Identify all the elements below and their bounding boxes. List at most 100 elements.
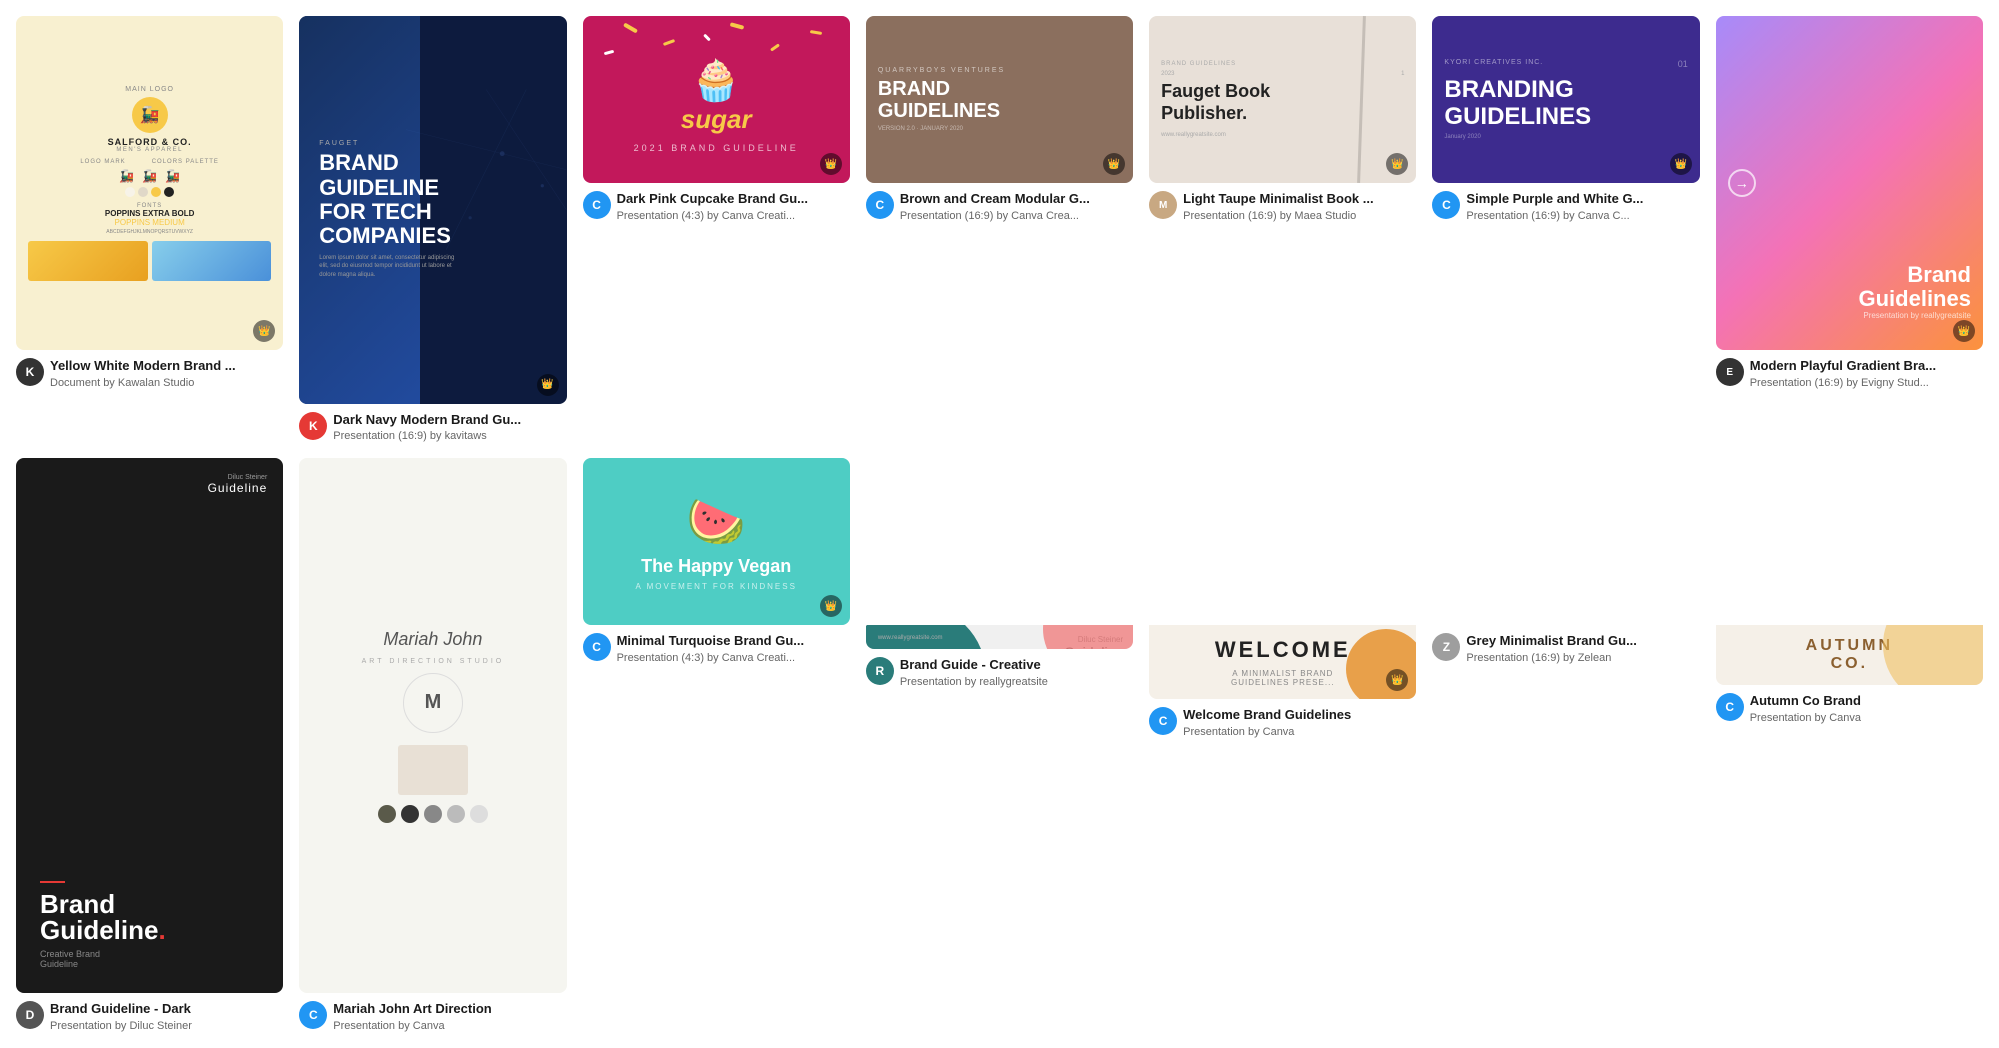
card-info-grey-min: Grey Minimalist Brand Gu... Presentation… [1466, 633, 1699, 664]
card-meta-teal: R Brand Guide - Creative Presentation by… [866, 657, 1133, 688]
card-info: Yellow White Modern Brand ... Document b… [50, 358, 283, 389]
purple-num: 01 [1678, 59, 1688, 69]
logo-label: MAIN LOGO [125, 86, 174, 93]
avatar-taupe: M [1149, 191, 1177, 219]
card-brown[interactable]: QUARRYBOYS VENTURES BRANDGUIDELINES VERS… [866, 16, 1133, 442]
card-meta-navy: K Dark Navy Modern Brand Gu... Presentat… [299, 412, 566, 443]
thumb-autumn: AUTUMNCO. [1716, 625, 1983, 685]
card-grey-min[interactable]: Presentation BranGuidelines Z Grey Minim… [1432, 458, 1699, 738]
card-mariah[interactable]: Mariah John ART DIRECTION STUDIO M C [299, 458, 566, 1031]
card-title-grey-min: Grey Minimalist Brand Gu... [1466, 633, 1699, 650]
thumb-teal: Diluc Steiner Guideline Brand Guide Crea… [866, 625, 1133, 649]
mariah-studio: ART DIRECTION STUDIO [362, 658, 505, 665]
gradient-pres-text: Presentation by reallygreatsite [1859, 311, 1971, 320]
card-thumb-navy[interactable]: FAUGET BRANDGUIDELINEFOR TECHCOMPANIES L… [299, 16, 566, 404]
card-sub-brown: Presentation (16:9) by Canva Crea... [900, 210, 1133, 222]
card-cupcake[interactable]: 🧁 sugar 2021 BRAND GUIDELINE 👑 C Dark Pi… [583, 16, 850, 442]
card-thumb-taupe[interactable]: BRAND GUIDELINES 2023 1 Fauget BookPubli… [1149, 16, 1416, 183]
card-info-taupe: Light Taupe Minimalist Book ... Presenta… [1183, 191, 1416, 222]
card-meta-gradient: E Modern Playful Gradient Bra... Present… [1716, 358, 1983, 389]
gradient-brand-text: BrandGuidelines [1859, 263, 1971, 311]
card-info-vegan: Minimal Turquoise Brand Gu... Presentati… [617, 633, 850, 664]
thumb-black: Diluc Steiner Guideline BrandGuideline. … [16, 458, 283, 993]
card-thumb-purple[interactable]: KYORI CREATIVES INC. 01 BRANDINGGUIDELIN… [1432, 16, 1699, 183]
card-thumb-autumn[interactable]: AUTUMNCO. [1716, 458, 1983, 685]
taupe-brand-guidelines: BRAND GUIDELINES [1161, 61, 1236, 67]
card-welcome[interactable]: WELCOME A MINIMALIST BRANDGUIDELINES PRE… [1149, 458, 1416, 738]
welcome-blob [1346, 629, 1416, 699]
cupcake-sprinkles [583, 16, 850, 66]
black-red-line [40, 881, 65, 883]
brown-company: QUARRYBOYS VENTURES [878, 67, 1005, 74]
card-info-black: Brand Guideline - Dark Presentation by D… [50, 1001, 283, 1032]
navy-desc: Lorem ipsum dolor sit amet, consectetur … [319, 254, 459, 279]
vegan-title: The Happy Vegan [641, 556, 791, 578]
card-thumb-gradient[interactable]: → BrandGuidelines Presentation by really… [1716, 16, 1983, 350]
black-diluc: Diluc Steiner [208, 474, 268, 481]
welcome-subtitle: A MINIMALIST BRANDGUIDELINES PRESE... [1231, 669, 1334, 687]
teal-url: www.reallygreatsite.com [878, 635, 943, 641]
card-sub-grey-min: Presentation (16:9) by Zelean [1466, 652, 1699, 664]
thumb-welcome: WELCOME A MINIMALIST BRANDGUIDELINES PRE… [1149, 625, 1416, 699]
card-thumb-vegan[interactable]: 🍉 The Happy Vegan A MOVEMENT FOR KINDNES… [583, 458, 850, 625]
card-info-autumn: Autumn Co Brand Presentation by Canva [1750, 693, 1983, 724]
mariah-cream-jar [398, 745, 468, 795]
card-thumb-brown[interactable]: QUARRYBOYS VENTURES BRANDGUIDELINES VERS… [866, 16, 1133, 183]
thumb-navy: FAUGET BRANDGUIDELINEFOR TECHCOMPANIES L… [299, 16, 566, 404]
card-thumb-welcome[interactable]: WELCOME A MINIMALIST BRANDGUIDELINES PRE… [1149, 458, 1416, 699]
card-info-purple: Simple Purple and White G... Presentatio… [1466, 191, 1699, 222]
thumb-gradient: → BrandGuidelines Presentation by really… [1716, 16, 1983, 350]
card-sub-black: Presentation by Diluc Steiner [50, 1020, 283, 1032]
card-yellow-white[interactable]: MAIN LOGO 🚂 SALFORD & CO. MEN'S APPAREL … [16, 16, 283, 442]
card-sub-navy: Presentation (16:9) by kavitaws [333, 430, 566, 442]
card-sub-taupe: Presentation (16:9) by Maea Studio [1183, 210, 1416, 222]
card-title-purple: Simple Purple and White G... [1466, 191, 1699, 208]
card-meta-brown: C Brown and Cream Modular G... Presentat… [866, 191, 1133, 222]
card-sub-teal: Presentation by reallygreatsite [900, 676, 1133, 688]
card-vegan[interactable]: 🍉 The Happy Vegan A MOVEMENT FOR KINDNES… [583, 458, 850, 738]
taupe-crack [1357, 16, 1366, 183]
moodboard [28, 241, 271, 281]
card-dark-navy[interactable]: FAUGET BRANDGUIDELINEFOR TECHCOMPANIES L… [299, 16, 566, 442]
card-gradient[interactable]: → BrandGuidelines Presentation by really… [1716, 16, 1983, 442]
thumb-cupcake: 🧁 sugar 2021 BRAND GUIDELINE [583, 16, 850, 183]
card-taupe[interactable]: BRAND GUIDELINES 2023 1 Fauget BookPubli… [1149, 16, 1416, 442]
salford-logo: 🚂 [132, 97, 168, 133]
card-teal[interactable]: Diluc Steiner Guideline Brand Guide Crea… [866, 458, 1133, 738]
avatar-welcome: C [1149, 707, 1177, 735]
card-thumb-yellow-white[interactable]: MAIN LOGO 🚂 SALFORD & CO. MEN'S APPAREL … [16, 16, 283, 350]
font-chars: ABCDEFGHJKLMNOPQRSTUVWXYZ [106, 229, 193, 235]
card-sub-welcome: Presentation by Canva [1183, 726, 1416, 738]
card-meta-black: D Brand Guideline - Dark Presentation by… [16, 1001, 283, 1032]
avatar-grey-min: Z [1432, 633, 1460, 661]
card-title-mariah: Mariah John Art Direction [333, 1001, 566, 1018]
color-palette [125, 187, 174, 197]
card-title-black: Brand Guideline - Dark [50, 1001, 283, 1018]
purple-year: January 2020 [1444, 134, 1480, 140]
thumb-purple: KYORI CREATIVES INC. 01 BRANDINGGUIDELIN… [1432, 16, 1699, 183]
card-sub-purple: Presentation (16:9) by Canva C... [1466, 210, 1699, 222]
salford-name: SALFORD & CO. [108, 137, 192, 147]
avatar-mariah: C [299, 1001, 327, 1029]
black-brand-title: BrandGuideline. [40, 891, 166, 943]
salford-row: LOGO MARK COLORS PALETTE [80, 159, 219, 165]
card-thumb-cupcake[interactable]: 🧁 sugar 2021 BRAND GUIDELINE 👑 [583, 16, 850, 183]
card-meta-purple: C Simple Purple and White G... Presentat… [1432, 191, 1699, 222]
card-info-teal: Brand Guide - Creative Presentation by r… [900, 657, 1133, 688]
card-thumb-black[interactable]: Diluc Steiner Guideline BrandGuideline. … [16, 458, 283, 993]
card-thumb-mariah[interactable]: Mariah John ART DIRECTION STUDIO M [299, 458, 566, 993]
avatar-brown: C [866, 191, 894, 219]
thumb-brown: QUARRYBOYS VENTURES BRANDGUIDELINES VERS… [866, 16, 1133, 183]
card-meta-autumn: C Autumn Co Brand Presentation by Canva [1716, 693, 1983, 724]
card-black[interactable]: Diluc Steiner Guideline BrandGuideline. … [16, 458, 283, 1031]
card-title-autumn: Autumn Co Brand [1750, 693, 1983, 710]
brown-title: BRANDGUIDELINES [878, 78, 1000, 122]
black-guideline-top: Guideline [208, 481, 268, 495]
card-autumn[interactable]: AUTUMNCO. C Autumn Co Brand Presentation… [1716, 458, 1983, 738]
card-thumb-grey-min[interactable]: Presentation BranGuidelines [1432, 458, 1699, 625]
card-title-navy: Dark Navy Modern Brand Gu... [333, 412, 566, 429]
card-purple[interactable]: KYORI CREATIVES INC. 01 BRANDINGGUIDELIN… [1432, 16, 1699, 442]
card-title-taupe: Light Taupe Minimalist Book ... [1183, 191, 1416, 208]
card-thumb-teal[interactable]: Diluc Steiner Guideline Brand Guide Crea… [866, 458, 1133, 649]
card-subtitle: Document by Kawalan Studio [50, 377, 283, 389]
